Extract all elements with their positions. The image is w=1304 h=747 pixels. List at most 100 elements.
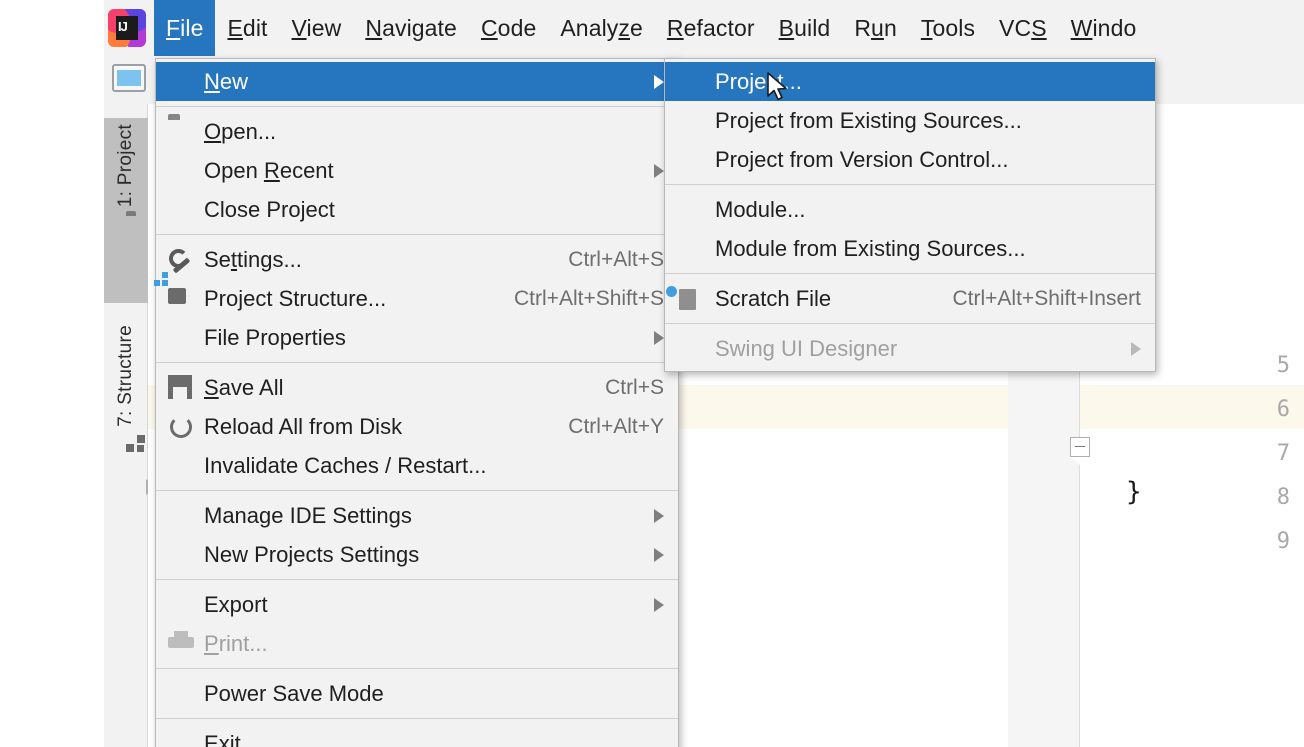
menu-bar-item-analyze[interactable]: Analyze bbox=[548, 0, 655, 56]
chevron-right-icon bbox=[654, 331, 664, 345]
submenu-item-swing-ui-designer-label: Swing UI Designer bbox=[715, 336, 897, 362]
menu-item-reload-all-from-disk-shortcut: Ctrl+Alt+Y bbox=[568, 415, 664, 439]
menu-bar-item-build[interactable]: Build bbox=[767, 0, 843, 56]
submenu-item-module-label: Module... bbox=[715, 197, 806, 223]
menu-separator bbox=[156, 362, 678, 363]
menu-bar-item-refactor[interactable]: Refactor bbox=[655, 0, 767, 56]
submenu-item-swing-ui-designer: Swing UI Designer bbox=[665, 329, 1155, 368]
ide-window: File Edit View Navigate Code Analyze Ref… bbox=[0, 0, 1304, 747]
menu-bar-item-vcs[interactable]: VCS bbox=[987, 0, 1059, 56]
menu-separator bbox=[156, 718, 678, 719]
menu-bar-item-file-label: File bbox=[166, 15, 203, 42]
menu-separator bbox=[665, 323, 1155, 324]
menu-item-save-all-shortcut: Ctrl+S bbox=[605, 376, 664, 400]
menu-bar-item-navigate[interactable]: Navigate bbox=[353, 0, 469, 56]
chevron-right-icon bbox=[654, 75, 664, 89]
menu-separator bbox=[665, 273, 1155, 274]
wrench-icon bbox=[168, 247, 194, 273]
chevron-right-icon bbox=[654, 509, 664, 523]
submenu-item-scratch-file-shortcut: Ctrl+Alt+Shift+Insert bbox=[953, 287, 1142, 311]
submenu-item-project-from-existing-sources-label: Project from Existing Sources... bbox=[715, 108, 1022, 134]
submenu-item-project[interactable]: Project... bbox=[665, 62, 1155, 101]
menu-bar-item-code[interactable]: Code bbox=[469, 0, 548, 56]
menu-separator bbox=[665, 184, 1155, 185]
menu-item-export[interactable]: Export bbox=[156, 585, 678, 624]
submenu-item-scratch-file-label: Scratch File bbox=[715, 286, 831, 312]
menu-item-open[interactable]: Open... bbox=[156, 112, 678, 151]
sidebar-item-structure[interactable]: 7: Structure bbox=[104, 319, 148, 529]
menu-bar: File Edit View Navigate Code Analyze Ref… bbox=[104, 0, 1304, 56]
menu-bar-item-build-label: Build bbox=[779, 15, 831, 42]
menu-bar-item-vcs-label: VCS bbox=[999, 15, 1047, 42]
sidebar-item-project-label: 1: Project bbox=[115, 124, 137, 207]
menu-item-project-structure-shortcut: Ctrl+Alt+Shift+S bbox=[514, 287, 664, 311]
menu-item-reload-all-from-disk[interactable]: Reload All from Disk Ctrl+Alt+Y bbox=[156, 407, 678, 446]
file-menu-popup: New Open... Open Recent Close Project Se… bbox=[155, 58, 679, 747]
menu-item-save-all[interactable]: Save All Ctrl+S bbox=[156, 368, 678, 407]
menu-item-power-save-mode-label: Power Save Mode bbox=[204, 681, 384, 707]
menu-item-settings[interactable]: Settings... Ctrl+Alt+S bbox=[156, 240, 678, 279]
chevron-right-icon bbox=[1131, 342, 1141, 356]
submenu-item-module-from-existing-sources-label: Module from Existing Sources... bbox=[715, 236, 1026, 262]
menu-bar-item-tools-label: Tools bbox=[921, 15, 975, 42]
menu-separator bbox=[156, 490, 678, 491]
code-line-closing-brace: } bbox=[1126, 477, 1142, 507]
submenu-item-project-label: Project... bbox=[715, 69, 802, 95]
menu-item-manage-ide-settings[interactable]: Manage IDE Settings bbox=[156, 496, 678, 535]
menu-bar-item-window-label: Windo bbox=[1071, 15, 1137, 42]
tool-window-icon[interactable] bbox=[112, 64, 146, 92]
new-submenu-popup: Project... Project from Existing Sources… bbox=[664, 58, 1156, 372]
menu-bar-item-view[interactable]: View bbox=[280, 0, 354, 56]
submenu-item-scratch-file[interactable]: Scratch File Ctrl+Alt+Shift+Insert bbox=[665, 279, 1155, 318]
code-fold-marker-icon[interactable] bbox=[1070, 437, 1090, 457]
submenu-item-module-from-existing-sources[interactable]: Module from Existing Sources... bbox=[665, 229, 1155, 268]
folder-icon bbox=[168, 119, 194, 145]
menu-item-reload-all-from-disk-label: Reload All from Disk bbox=[204, 414, 402, 440]
menu-item-project-structure[interactable]: Project Structure... Ctrl+Alt+Shift+S bbox=[156, 279, 678, 318]
menu-item-exit-label: Exit bbox=[204, 731, 241, 747]
menu-item-settings-shortcut: Ctrl+Alt+S bbox=[568, 248, 664, 272]
menu-item-invalidate-caches[interactable]: Invalidate Caches / Restart... bbox=[156, 446, 678, 485]
menu-item-power-save-mode[interactable]: Power Save Mode bbox=[156, 674, 678, 713]
reload-icon bbox=[168, 414, 194, 440]
project-structure-icon bbox=[168, 286, 194, 312]
menu-item-open-recent[interactable]: Open Recent bbox=[156, 151, 678, 190]
menu-separator bbox=[156, 579, 678, 580]
menu-bar-item-tools[interactable]: Tools bbox=[909, 0, 987, 56]
menu-bar-item-run[interactable]: Run bbox=[842, 0, 909, 56]
menu-bar-item-navigate-label: Navigate bbox=[365, 15, 457, 42]
menu-bar-item-file[interactable]: File bbox=[154, 0, 215, 56]
menu-item-manage-ide-settings-label: Manage IDE Settings bbox=[204, 503, 412, 529]
intellij-idea-logo-icon bbox=[108, 9, 146, 47]
menu-separator bbox=[156, 106, 678, 107]
menu-item-new[interactable]: New bbox=[156, 62, 678, 101]
menu-bar-item-run-label: Run bbox=[854, 15, 897, 42]
menu-bar-item-edit[interactable]: Edit bbox=[215, 0, 279, 56]
submenu-item-project-from-existing-sources[interactable]: Project from Existing Sources... bbox=[665, 101, 1155, 140]
menu-item-file-properties[interactable]: File Properties bbox=[156, 318, 678, 357]
menu-bar-item-refactor-label: Refactor bbox=[667, 15, 755, 42]
line-number: 7 bbox=[1277, 432, 1290, 476]
submenu-item-project-from-version-control[interactable]: Project from Version Control... bbox=[665, 140, 1155, 179]
submenu-item-module[interactable]: Module... bbox=[665, 190, 1155, 229]
menu-item-print: Print... bbox=[156, 624, 678, 663]
menu-bar-item-code-label: Code bbox=[481, 15, 536, 42]
submenu-item-project-from-version-control-label: Project from Version Control... bbox=[715, 147, 1008, 173]
menu-separator bbox=[156, 668, 678, 669]
page-left-margin bbox=[0, 0, 104, 747]
menu-bar-item-edit-label: Edit bbox=[227, 15, 267, 42]
sidebar-item-project[interactable]: 1: Project bbox=[104, 118, 148, 303]
menu-item-invalidate-caches-label: Invalidate Caches / Restart... bbox=[204, 453, 486, 479]
scratch-file-icon bbox=[677, 286, 703, 312]
menu-item-close-project-label: Close Project bbox=[204, 197, 335, 223]
print-icon bbox=[168, 631, 194, 657]
menu-item-open-label: Open... bbox=[204, 119, 276, 145]
menu-bar-item-window[interactable]: Windo bbox=[1059, 0, 1149, 56]
sidebar-item-structure-label: 7: Structure bbox=[115, 325, 137, 427]
menu-item-close-project[interactable]: Close Project bbox=[156, 190, 678, 229]
menu-item-exit[interactable]: Exit bbox=[156, 724, 678, 747]
menu-bar-item-analyze-label: Analyze bbox=[560, 15, 643, 42]
save-icon bbox=[168, 375, 194, 401]
menu-item-project-structure-label: Project Structure... bbox=[204, 286, 386, 312]
menu-item-new-projects-settings[interactable]: New Projects Settings bbox=[156, 535, 678, 574]
